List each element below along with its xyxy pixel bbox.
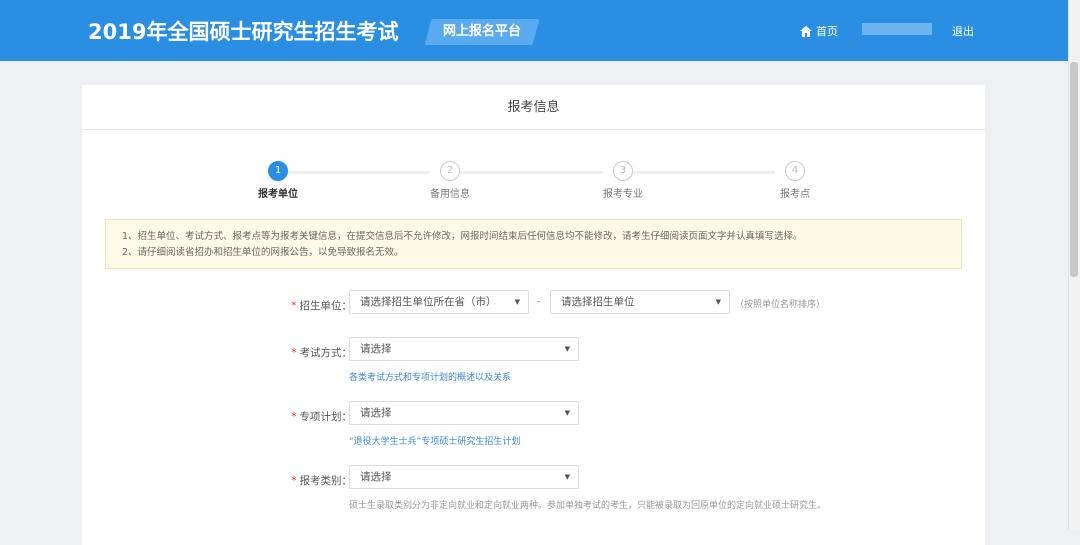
exam-mode-select[interactable]: 请选择 ▼ xyxy=(349,337,579,361)
registration-card: 报考信息 1 报考单位 2 备用信息 3 报考专业 4 报考点 1、招生单位、考试方式、… xyxy=(82,85,985,545)
logout-link[interactable]: 退出 xyxy=(952,23,974,39)
site-title: 2019年全国硕士研究生招生考试 xyxy=(88,20,399,44)
category-hint: 硕士生录取类别分为非定向就业和定向就业两种。参加单独考试的考生，只能被录取为回原… xyxy=(349,501,827,511)
notice-box: 1、招生单位、考试方式、报考点等为报考关键信息，在提交信息后不允许修改，网报时间… xyxy=(105,219,962,269)
category-select[interactable]: 请选择 ▼ xyxy=(349,465,579,489)
username-redacted xyxy=(862,23,932,35)
special-plan-help-link[interactable]: “退役大学生士兵”专项硕士研究生招生计划 xyxy=(349,434,520,447)
scrollbar-thumb[interactable] xyxy=(1070,62,1078,277)
platform-badge: 网上报名平台 xyxy=(424,19,540,45)
school-select[interactable]: 请选择招生单位 ▼ xyxy=(550,290,730,314)
dropdown-arrow-icon: ▼ xyxy=(564,409,570,417)
dropdown-arrow-icon: ▼ xyxy=(564,473,570,481)
dropdown-arrow-icon: ▼ xyxy=(715,298,721,306)
dropdown-arrow-icon: ▼ xyxy=(564,345,570,353)
dropdown-arrow-icon: ▼ xyxy=(514,298,520,306)
exam-mode-help-link[interactable]: 各类考试方式和专项计划的概述以及关系 xyxy=(349,370,511,383)
special-plan-select[interactable]: 请选择 ▼ xyxy=(349,401,579,425)
step-1: 1 报考单位 xyxy=(228,161,328,200)
home-icon xyxy=(800,25,812,37)
step-3: 3 报考专业 xyxy=(573,161,673,200)
card-title: 报考信息 xyxy=(82,85,985,130)
step-2: 2 备用信息 xyxy=(400,161,500,200)
top-header: 2019年全国硕士研究生招生考试 网上报名平台 首页 退出 xyxy=(0,0,1068,61)
province-select[interactable]: 请选择招生单位所在省（市） ▼ xyxy=(349,290,529,314)
step-4: 4 报考点 xyxy=(745,161,845,200)
home-link[interactable]: 首页 xyxy=(800,23,838,39)
sort-note: （按照单位名称排序） xyxy=(735,300,826,310)
